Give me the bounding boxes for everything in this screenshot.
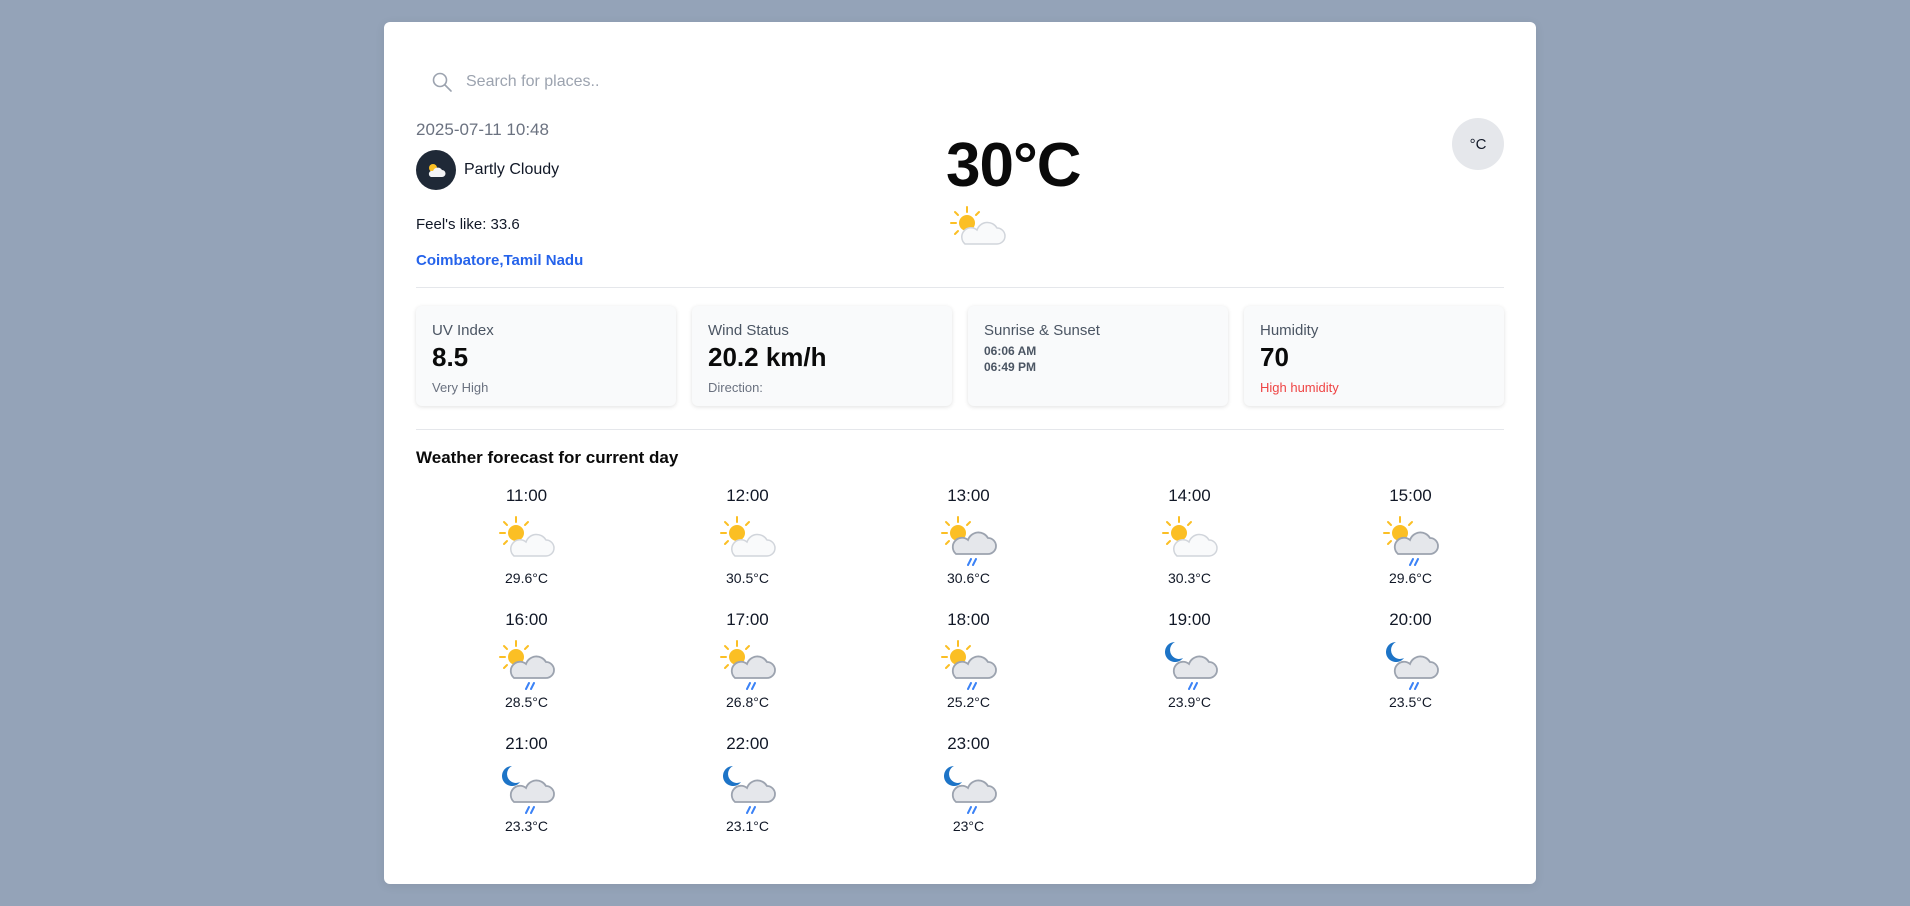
current-temperature: 30°C	[946, 131, 1082, 200]
forecast-time: 18:00	[947, 610, 990, 629]
forecast-time: 22:00	[726, 734, 769, 753]
moon-rain-icon	[1164, 642, 1218, 690]
sun-cloud-icon	[1161, 516, 1218, 557]
moon-rain-icon	[501, 766, 555, 814]
humidity-card: Humidity 70 High humidity	[1244, 306, 1504, 406]
location-link[interactable]: Coimbatore,Tamil Nadu	[416, 252, 583, 269]
forecast-item: 22:00 23.1°C	[637, 734, 858, 858]
forecast-item: 21:00 23.3°C	[416, 734, 637, 858]
wind-direction: Direction:	[708, 379, 763, 395]
forecast-time: 16:00	[505, 610, 548, 629]
uv-index-card: UV Index 8.5 Very High	[416, 306, 676, 406]
forecast-time: 13:00	[947, 486, 990, 505]
forecast-item: 12:00 30.5°C	[637, 486, 858, 610]
forecast-temp: 23°C	[952, 818, 985, 834]
unit-toggle-button[interactable]: °C	[1452, 118, 1504, 170]
feels-like: Feel's like: 33.6	[416, 216, 520, 233]
sun-cloud-icon	[428, 164, 446, 177]
search-bar[interactable]	[426, 66, 846, 98]
forecast-temp: 29.6°C	[505, 570, 548, 586]
uv-index-value: 8.5	[432, 342, 469, 372]
forecast-item: 11:00 29.6°C	[416, 486, 637, 610]
forecast-grid: 11:00 29.6°C 12:00 30.5°C 13:00 30.6°C 14:00 30…	[416, 486, 1521, 858]
forecast-time: 15:00	[1389, 486, 1432, 505]
forecast-temp: 30.3°C	[1168, 570, 1211, 586]
humidity-level: High humidity	[1260, 379, 1339, 395]
forecast-temp: 26.8°C	[726, 694, 769, 710]
sun-rain-icon	[1382, 516, 1439, 566]
sun-cloud-icon	[950, 206, 1006, 245]
humidity-value: 70	[1260, 342, 1289, 372]
moon-rain-icon	[1385, 642, 1439, 690]
forecast-item: 20:00 23.5°C	[1300, 610, 1521, 734]
forecast-item: 16:00 28.5°C	[416, 610, 637, 734]
sun-rain-icon	[940, 640, 997, 690]
current-datetime: 2025-07-11 10:48	[416, 120, 549, 139]
condition-badge	[416, 150, 456, 190]
forecast-item: 13:00 30.6°C	[858, 486, 1079, 610]
sunset-time: 06:49 PM	[984, 360, 1037, 374]
sunrise-sunset-card: Sunrise & Sunset 06:06 AM 06:49 PM	[968, 306, 1228, 406]
weather-card: 2025-07-11 10:48 Partly Cloudy Feel's li…	[384, 22, 1536, 884]
forecast-item: 18:00 25.2°C	[858, 610, 1079, 734]
moon-rain-icon	[943, 766, 997, 814]
forecast-item: 15:00 29.6°C	[1300, 486, 1521, 610]
forecast-time: 23:00	[947, 734, 990, 753]
forecast-temp: 23.3°C	[505, 818, 548, 834]
humidity-title: Humidity	[1260, 322, 1319, 339]
search-icon	[432, 72, 452, 92]
uv-index-title: UV Index	[432, 322, 494, 339]
forecast-time: 17:00	[726, 610, 769, 629]
wind-status-card: Wind Status 20.2 km/h Direction:	[692, 306, 952, 406]
forecast-temp: 23.5°C	[1389, 694, 1432, 710]
forecast-temp: 25.2°C	[947, 694, 990, 710]
forecast-time: 19:00	[1168, 610, 1211, 629]
sunrise-time: 06:06 AM	[984, 344, 1037, 358]
forecast-time: 14:00	[1168, 486, 1211, 505]
divider	[416, 429, 1504, 430]
condition-text: Partly Cloudy	[464, 161, 560, 178]
stats-row: UV Index 8.5 Very High Wind Status 20.2 …	[416, 306, 1504, 406]
sun-rain-icon	[940, 516, 997, 566]
sun-cloud-icon	[719, 516, 776, 557]
divider	[416, 287, 1504, 288]
forecast-time: 12:00	[726, 486, 769, 505]
forecast-temp: 29.6°C	[1389, 570, 1432, 586]
forecast-temp: 23.1°C	[726, 818, 769, 834]
forecast-item: 17:00 26.8°C	[637, 610, 858, 734]
moon-rain-icon	[722, 766, 776, 814]
forecast-time: 11:00	[505, 486, 548, 505]
forecast-temp: 30.5°C	[726, 570, 769, 586]
sun-rain-icon	[498, 640, 555, 690]
forecast-item: 19:00 23.9°C	[1079, 610, 1300, 734]
forecast-title: Weather forecast for current day	[416, 448, 679, 467]
forecast-item: 23:00 23°C	[858, 734, 1079, 858]
forecast-temp: 23.9°C	[1168, 694, 1211, 710]
search-input[interactable]	[466, 73, 826, 91]
wind-status-title: Wind Status	[708, 322, 789, 339]
sun-rain-icon	[719, 640, 776, 690]
forecast-time: 21:00	[505, 734, 548, 753]
condition-row: Partly Cloudy	[416, 150, 559, 190]
forecast-temp: 30.6°C	[947, 570, 990, 586]
forecast-item: 14:00 30.3°C	[1079, 486, 1300, 610]
sun-cloud-icon	[498, 516, 555, 557]
forecast-temp: 28.5°C	[505, 694, 548, 710]
forecast-time: 20:00	[1389, 610, 1432, 629]
sunrise-sunset-title: Sunrise & Sunset	[984, 322, 1100, 339]
uv-index-level: Very High	[432, 379, 489, 395]
wind-speed-value: 20.2 km/h	[708, 342, 827, 372]
